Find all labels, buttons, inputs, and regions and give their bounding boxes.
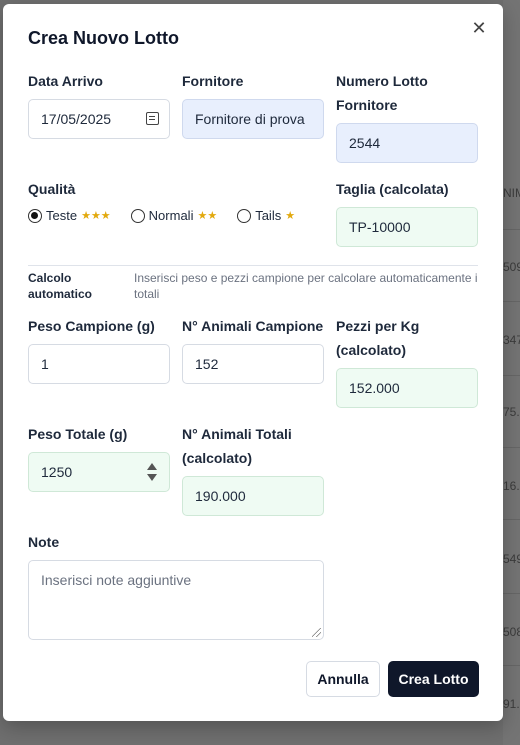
radio-normali[interactable]: Normali ★★ xyxy=(130,208,218,223)
radio-teste-circle[interactable] xyxy=(28,208,42,223)
pezzi-per-kg-field: 152.000 xyxy=(336,368,478,408)
numero-lotto-label-line1: Numero Lotto xyxy=(336,73,428,89)
taglia-value: TP-10000 xyxy=(349,219,411,235)
dialog-title: Crea Nuovo Lotto xyxy=(28,28,179,48)
star-icon: ★ xyxy=(285,210,296,222)
animali-totali-label: N° Animali Totali (calcolato) xyxy=(182,422,292,470)
fornitore-select[interactable]: Fornitore di prova xyxy=(182,99,324,139)
radio-tails[interactable]: Tails ★ xyxy=(237,208,295,223)
pezzi-per-kg-label-line2: (calcolato) xyxy=(336,342,407,358)
radio-teste[interactable]: Teste ★★★ xyxy=(28,208,111,223)
radio-normali-circle[interactable] xyxy=(130,208,145,223)
data-arrivo-input[interactable]: 17/05/2025 xyxy=(28,99,170,139)
background-row-divider xyxy=(503,447,520,448)
background-row-divider xyxy=(503,375,520,376)
background-cell: 509 xyxy=(503,260,520,274)
create-lot-button[interactable]: Crea Lotto xyxy=(388,661,479,697)
peso-totale-value: 1250 xyxy=(41,464,73,480)
calendar-icon[interactable] xyxy=(146,112,159,125)
background-row-divider xyxy=(503,301,520,302)
pezzi-per-kg-label-line1: Pezzi per Kg xyxy=(336,318,420,334)
fornitore-value: Fornitore di prova xyxy=(195,111,305,127)
data-arrivo-label: Data Arrivo xyxy=(28,73,103,89)
background-cell: 75.0 xyxy=(503,405,520,419)
numero-lotto-label: Numero Lotto Fornitore xyxy=(336,69,428,117)
background-cell: 347 xyxy=(503,333,520,347)
background-cell: 549 xyxy=(503,552,520,566)
section-divider xyxy=(28,265,478,266)
note-textarea[interactable]: Inserisci note aggiuntive xyxy=(28,560,324,640)
auto-calc-title: Calcolo automatico xyxy=(28,271,93,301)
qualita-radio-group: Teste ★★★ Normali ★★ Tails ★ xyxy=(28,208,315,223)
background-row-divider xyxy=(503,519,520,520)
animali-totali-value: 190.000 xyxy=(195,488,246,504)
pezzi-per-kg-value: 152.000 xyxy=(349,380,400,396)
radio-tails-label: Tails xyxy=(255,208,282,223)
background-row-divider xyxy=(503,665,520,666)
peso-campione-value: 1 xyxy=(41,356,49,372)
numero-lotto-input[interactable]: 2544 xyxy=(336,123,478,163)
background-cell: 91.5 xyxy=(503,697,520,711)
background-cell: 508 xyxy=(503,625,520,639)
radio-tails-circle[interactable] xyxy=(237,208,252,223)
peso-campione-label: Peso Campione (g) xyxy=(28,318,155,334)
resize-grip-icon[interactable] xyxy=(312,628,321,637)
peso-campione-input[interactable]: 1 xyxy=(28,344,170,384)
background-cell: 16.0 xyxy=(503,479,520,493)
star-icon: ★★★ xyxy=(81,210,111,222)
qualita-label: Qualità xyxy=(28,181,76,197)
numero-lotto-value: 2544 xyxy=(349,135,381,151)
cancel-button[interactable]: Annulla xyxy=(306,661,380,697)
background-row-divider xyxy=(503,229,520,230)
pezzi-per-kg-label: Pezzi per Kg (calcolato) xyxy=(336,314,419,362)
animali-totali-label-line1: N° Animali Totali xyxy=(182,426,292,442)
radio-normali-label: Normali xyxy=(148,208,194,223)
note-label: Note xyxy=(28,534,60,550)
number-stepper-icon[interactable] xyxy=(147,463,157,483)
radio-teste-label: Teste xyxy=(46,208,78,223)
star-icon: ★★ xyxy=(197,210,218,222)
numero-lotto-label-line2: Fornitore xyxy=(336,97,398,113)
animali-campione-label: N° Animali Campione xyxy=(182,318,324,334)
peso-totale-label: Peso Totale (g) xyxy=(28,426,128,442)
animali-campione-input[interactable]: 152 xyxy=(182,344,324,384)
animali-totali-label-line2: (calcolato) xyxy=(182,450,253,466)
taglia-label: Taglia (calcolata) xyxy=(336,181,449,197)
create-lot-dialog: Crea Nuovo Lotto ✕ Data Arrivo 17/05/202… xyxy=(3,4,503,721)
background-header-cell: NIM xyxy=(503,186,520,200)
background-row-divider xyxy=(503,593,520,594)
data-arrivo-value: 17/05/2025 xyxy=(41,111,112,127)
auto-calc-description: Inserisci peso e pezzi campione per calc… xyxy=(134,271,478,301)
peso-totale-input[interactable]: 1250 xyxy=(28,452,170,492)
animali-campione-value: 152 xyxy=(195,356,219,372)
close-icon[interactable]: ✕ xyxy=(469,18,489,38)
note-placeholder: Inserisci note aggiuntive xyxy=(41,572,192,588)
taglia-field: TP-10000 xyxy=(336,207,478,247)
fornitore-label: Fornitore xyxy=(182,73,244,89)
animali-totali-field: 190.000 xyxy=(182,476,324,516)
